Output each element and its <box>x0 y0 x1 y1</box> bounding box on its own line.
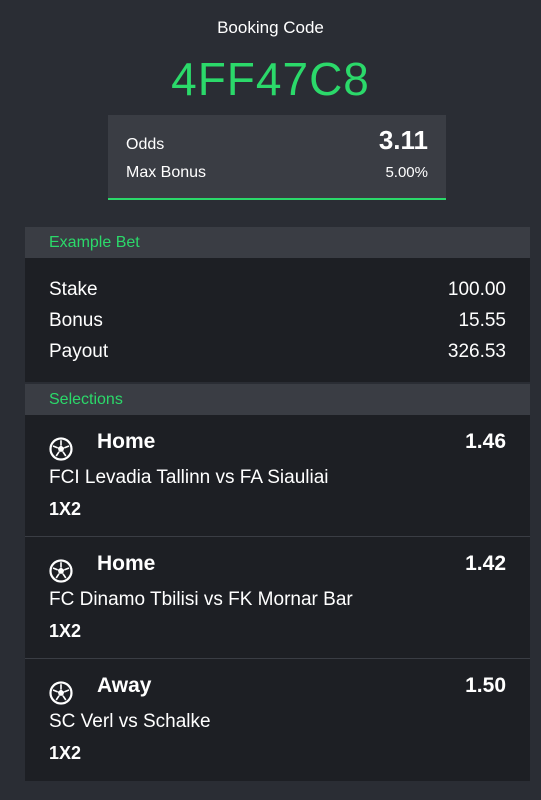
example-bet-body: Stake 100.00 Bonus 15.55 Payout 326.53 <box>25 258 530 382</box>
soccer-ball-icon <box>49 559 73 583</box>
selection-market: 1X2 <box>49 621 82 641</box>
selection-odds: 1.46 <box>465 430 506 453</box>
selection-odds: 1.50 <box>465 674 506 697</box>
bonus-value: 15.55 <box>458 310 506 331</box>
example-bet-panel: Example Bet Stake 100.00 Bonus 15.55 Pay… <box>25 227 530 382</box>
soccer-ball-icon <box>49 681 73 705</box>
selection-odds: 1.42 <box>465 552 506 575</box>
selection-card[interactable]: Home 1.46 FCI Levadia Tallinn vs FA Siau… <box>25 415 530 537</box>
payout-row: Payout 326.53 <box>49 341 506 363</box>
payout-value: 326.53 <box>447 341 506 362</box>
stake-label: Stake <box>49 279 98 300</box>
odds-label: Odds <box>126 136 165 153</box>
booking-code-label: Booking Code <box>217 18 324 37</box>
odds-row: Odds 3.11 <box>126 125 428 156</box>
selection-market: 1X2 <box>49 743 82 763</box>
soccer-ball-icon <box>49 437 73 461</box>
bonus-label: Bonus <box>49 310 103 331</box>
payout-label: Payout <box>49 341 109 362</box>
selection-pick: Home <box>97 552 156 575</box>
max-bonus-value: 5.00% <box>385 164 428 181</box>
bonus-row: Bonus 15.55 <box>49 310 506 332</box>
max-bonus-row: Max Bonus 5.00% <box>126 164 428 182</box>
selection-match: FCI Levadia Tallinn vs FA Siauliai <box>49 467 329 488</box>
odds-summary-box: Odds 3.11 Max Bonus 5.00% <box>108 115 446 200</box>
selection-match: FC Dinamo Tbilisi vs FK Mornar Bar <box>49 589 353 610</box>
stake-row: Stake 100.00 <box>49 279 506 301</box>
stake-value: 100.00 <box>447 279 506 300</box>
odds-value: 3.11 <box>378 125 428 155</box>
example-bet-header: Example Bet <box>25 227 530 258</box>
selections-panel: Selections Home 1.46 FCI Levadia Tallinn… <box>25 384 530 781</box>
selection-pick: Home <box>97 430 156 453</box>
selection-pick: Away <box>97 674 152 697</box>
max-bonus-label: Max Bonus <box>126 164 207 181</box>
selection-match: SC Verl vs Schalke <box>49 711 211 732</box>
selections-header: Selections <box>25 384 530 415</box>
booking-code[interactable]: 4FF47C8 <box>0 52 541 106</box>
selection-card[interactable]: Away 1.50 SC Verl vs Schalke 1X2 <box>25 659 530 781</box>
selection-card[interactable]: Home 1.42 FC Dinamo Tbilisi vs FK Mornar… <box>25 537 530 659</box>
selection-market: 1X2 <box>49 499 82 519</box>
